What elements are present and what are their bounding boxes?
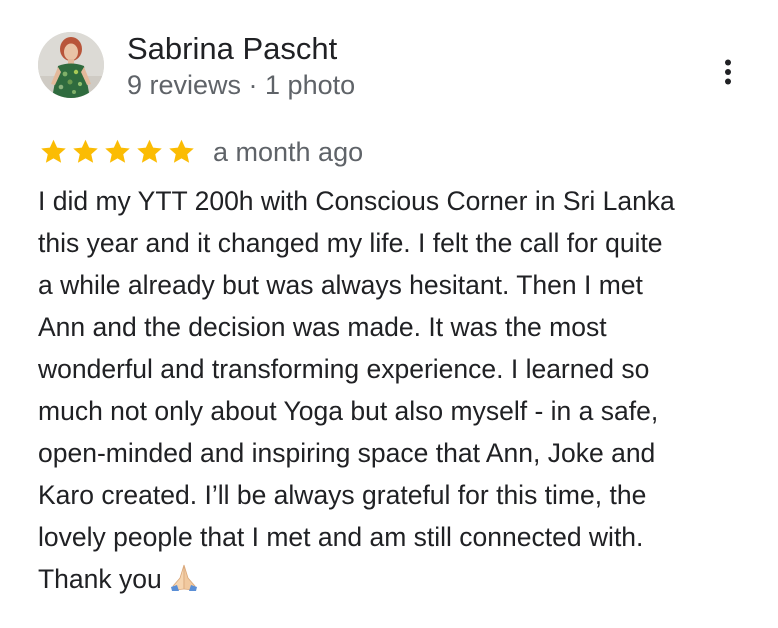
review-text-line: this year and it changed my life. I felt…	[38, 222, 758, 264]
review-text-line-content: Thank you	[38, 564, 162, 594]
review-text: I did my YTT 200h with Conscious Corner …	[38, 180, 758, 604]
review-text-line: open-minded and inspiring space that Ann…	[38, 432, 758, 474]
review-text-line-content: lovely people that I met and am still co…	[38, 522, 644, 552]
star-icon	[41, 139, 66, 163]
review-text-line-content: I did my YTT 200h with Conscious Corner …	[38, 186, 675, 216]
review-text-line: wonderful and transforming experience. I…	[38, 348, 758, 390]
folded-hands-emoji-icon	[168, 562, 200, 604]
review-date: a month ago	[213, 137, 364, 167]
star-icon	[105, 139, 130, 163]
review-text-line: a while already but was always hesitant.…	[38, 264, 758, 306]
review-text-line: Ann and the decision was made. It was th…	[38, 306, 758, 348]
reviewer-stats[interactable]: 9 reviews · 1 photo	[127, 68, 355, 102]
review-text-line-content: much not only about Yoga but also myself…	[38, 396, 659, 426]
star-icon	[169, 139, 194, 163]
more-vertical-icon	[725, 59, 731, 85]
review-text-line: Thank you	[38, 558, 758, 604]
reviewer-name[interactable]: Sabrina Pascht	[127, 30, 337, 68]
review-text-line-content: open-minded and inspiring space that Ann…	[38, 438, 656, 468]
review-text-line: Karo created. I’ll be always grateful fo…	[38, 474, 758, 516]
star-icon	[73, 139, 98, 163]
review-card: Sabrina Pascht 9 reviews · 1 photo a mon…	[0, 0, 778, 628]
star-rating	[38, 137, 197, 167]
review-text-line-content: wonderful and transforming experience. I…	[38, 354, 650, 384]
review-text-line-content: Ann and the decision was made. It was th…	[38, 312, 607, 342]
review-text-line-content: Karo created. I’ll be always grateful fo…	[38, 480, 647, 510]
review-text-line-content: a while already but was always hesitant.…	[38, 270, 643, 300]
review-text-line: lovely people that I met and am still co…	[38, 516, 758, 558]
user-photo-avatar-icon	[38, 32, 104, 98]
rating-row: a month ago	[38, 133, 363, 171]
star-icon	[137, 139, 162, 163]
review-text-line: I did my YTT 200h with Conscious Corner …	[38, 180, 758, 222]
reviewer-avatar[interactable]	[38, 32, 104, 98]
review-text-line: much not only about Yoga but also myself…	[38, 390, 758, 432]
more-options-button[interactable]	[708, 52, 748, 92]
review-text-line-content: this year and it changed my life. I felt…	[38, 228, 663, 258]
